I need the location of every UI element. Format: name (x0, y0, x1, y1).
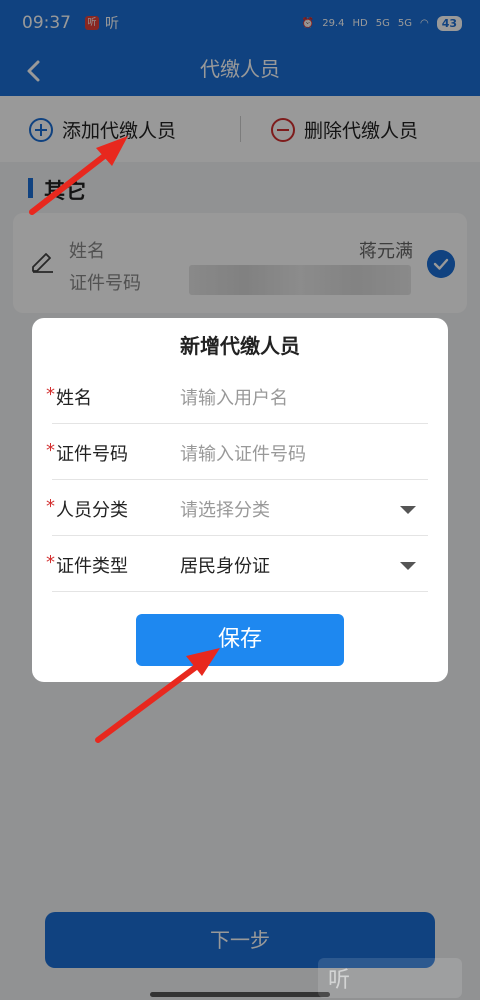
name-input[interactable]: 请输入用户名 (180, 384, 288, 410)
app-watermark: 听 (318, 958, 462, 998)
id-number-input[interactable]: 请输入证件号码 (180, 440, 306, 466)
add-person-dialog: 新增代缴人员 * 姓名 请输入用户名 * 证件号码 请输入证件号码 * 人员分类… (32, 318, 448, 682)
id-type-field-label: 证件类型 (56, 556, 128, 577)
watermark-glyph: 听 (328, 968, 351, 993)
category-field-label: 人员分类 (56, 500, 128, 521)
name-field-label: 姓名 (56, 388, 92, 409)
id-number-field-label: 证件号码 (56, 444, 128, 465)
id-type-select[interactable]: 居民身份证 (180, 552, 270, 578)
chevron-down-icon[interactable] (400, 506, 416, 514)
chevron-down-icon[interactable] (400, 562, 416, 570)
category-select[interactable]: 请选择分类 (180, 496, 270, 522)
name-field-row[interactable]: * 姓名 请输入用户名 (46, 368, 428, 424)
required-mark: * (46, 552, 55, 573)
required-mark: * (46, 496, 55, 517)
category-field-row[interactable]: * 人员分类 请选择分类 (46, 480, 428, 536)
save-button[interactable]: 保存 (136, 614, 344, 666)
required-mark: * (46, 384, 55, 405)
id-number-field-row[interactable]: * 证件号码 请输入证件号码 (46, 424, 428, 480)
id-type-field-row[interactable]: * 证件类型 居民身份证 (46, 536, 428, 592)
dialog-title: 新增代缴人员 (180, 334, 300, 358)
required-mark: * (46, 440, 55, 461)
